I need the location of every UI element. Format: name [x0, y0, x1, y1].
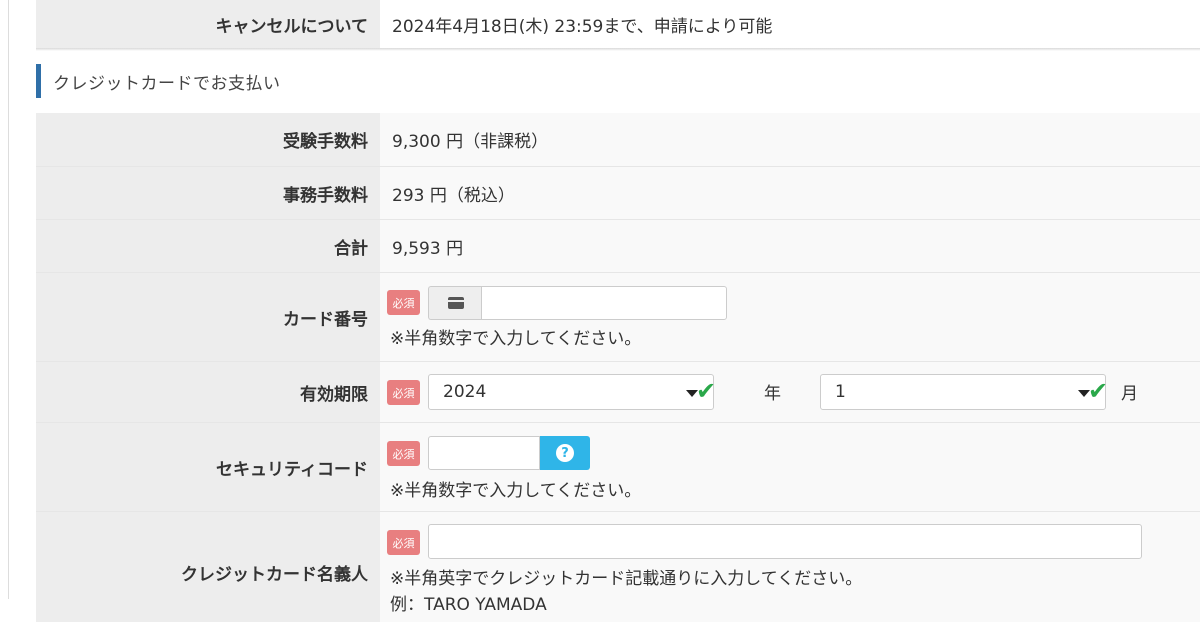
- security-code-input[interactable]: [428, 436, 540, 470]
- year-unit: 年: [764, 384, 781, 404]
- security-code-cell: 必須 ? ※半角数字で入力してください。: [380, 423, 1200, 511]
- card-number-input[interactable]: [481, 286, 727, 320]
- question-circle-icon: ?: [556, 444, 574, 462]
- left-border: [8, 0, 9, 599]
- card-holder-row: クレジットカード名義人 必須 ※半角英字でクレジットカード記載通りに入力してくだ…: [36, 512, 1200, 622]
- expiry-year-value: 2024: [443, 382, 487, 402]
- expiry-cell: 必須 2024 ✔ 年 1 ✔ 月: [380, 362, 1200, 422]
- admin-fee-value: 293 円（税込）: [392, 185, 515, 206]
- cancel-policy-row: キャンセルについて 2024年4月18日(木) 23:59まで、申請により可能: [36, 0, 1200, 48]
- card-number-hint: ※半角数字で入力してください。: [390, 329, 642, 349]
- card-holder-example: 例：TARO YAMADA: [390, 595, 547, 615]
- expiry-row: 有効期限 必須 2024 ✔ 年 1 ✔ 月: [36, 362, 1200, 423]
- exam-fee-value-cell: 9,300 円（非課税）: [380, 113, 1200, 166]
- exam-fee-label: 受験手数料: [36, 113, 380, 166]
- payment-form-page: キャンセルについて 2024年4月18日(木) 23:59まで、申請により可能 …: [0, 0, 1200, 622]
- expiry-month-select[interactable]: 1: [820, 374, 1106, 410]
- cancel-policy-value: 2024年4月18日(木) 23:59まで、申請により可能: [392, 16, 773, 37]
- admin-fee-row: 事務手数料 293 円（税込）: [36, 167, 1200, 220]
- cancel-row-shadow: [36, 48, 1200, 51]
- exam-fee-value: 9,300 円（非課税）: [392, 132, 549, 152]
- security-code-row: セキュリティコード 必須 ? ※半角数字で入力してください。: [36, 423, 1200, 512]
- total-value-cell: 9,593 円: [380, 220, 1200, 272]
- expiry-label: 有効期限: [36, 362, 380, 422]
- section-heading: クレジットカードでお支払い: [36, 64, 281, 98]
- security-code-label: セキュリティコード: [36, 423, 380, 511]
- card-number-row: カード番号 必須 ※半角数字で入力してください。: [36, 273, 1200, 362]
- required-badge: 必須: [387, 290, 420, 315]
- card-holder-label: クレジットカード名義人: [36, 512, 380, 622]
- required-badge: 必須: [387, 530, 420, 555]
- month-unit: 月: [1121, 384, 1138, 404]
- exam-fee-row: 受験手数料 9,300 円（非課税）: [36, 113, 1200, 167]
- expiry-month-value: 1: [835, 382, 846, 402]
- check-icon: ✔: [696, 377, 717, 405]
- cancel-policy-label: キャンセルについて: [36, 0, 380, 48]
- total-row: 合計 9,593 円: [36, 220, 1200, 273]
- admin-fee-label: 事務手数料: [36, 167, 380, 219]
- card-number-label: カード番号: [36, 273, 380, 361]
- required-badge: 必須: [387, 441, 420, 466]
- expiry-year-select[interactable]: 2024: [428, 374, 714, 410]
- card-number-cell: 必須 ※半角数字で入力してください。: [380, 273, 1200, 361]
- total-label: 合計: [36, 220, 380, 272]
- check-icon: ✔: [1088, 377, 1109, 405]
- security-code-help-button[interactable]: ?: [540, 436, 590, 470]
- credit-card-icon: [447, 297, 464, 309]
- total-value: 9,593 円: [392, 238, 464, 259]
- card-icon-addon: [428, 286, 482, 320]
- cancel-policy-value-cell: 2024年4月18日(木) 23:59まで、申請により可能: [380, 0, 1200, 48]
- card-holder-input[interactable]: [428, 524, 1142, 559]
- admin-fee-value-cell: 293 円（税込）: [380, 167, 1200, 219]
- card-holder-hint: ※半角英字でクレジットカード記載通りに入力してください。: [390, 569, 863, 589]
- section-title: クレジットカードでお支払い: [53, 73, 281, 94]
- card-holder-cell: 必須 ※半角英字でクレジットカード記載通りに入力してください。 例：TARO Y…: [380, 512, 1200, 622]
- required-badge: 必須: [387, 380, 420, 405]
- security-code-hint: ※半角数字で入力してください。: [390, 481, 642, 501]
- section-accent-bar: [36, 64, 41, 98]
